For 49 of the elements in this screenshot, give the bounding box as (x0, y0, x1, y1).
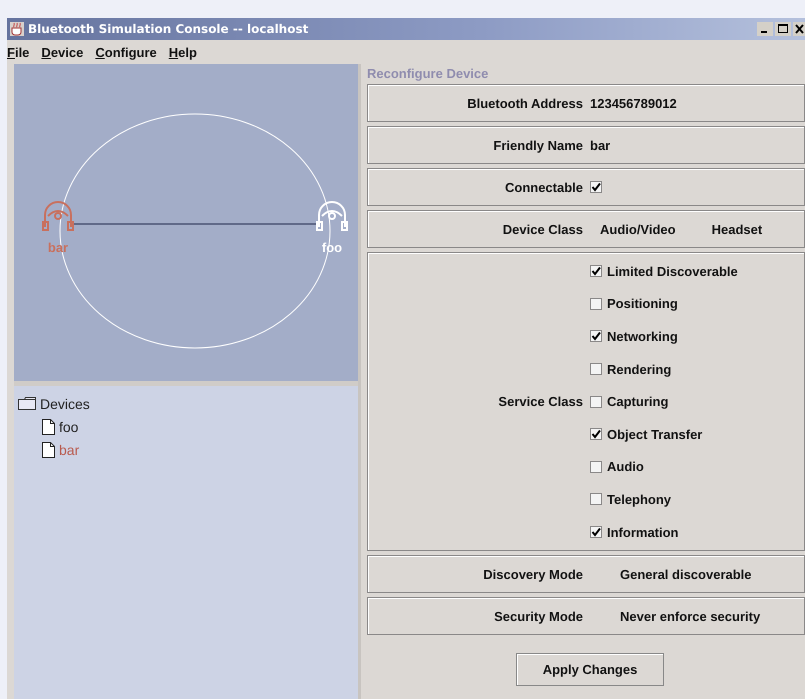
field-label: Service Class (497, 394, 583, 410)
field-label: Discovery Mode (482, 566, 583, 582)
field-value: 123456789012 (590, 96, 677, 110)
file-icon (42, 442, 55, 458)
checkbox-label[interactable]: Limited Discoverable (607, 264, 738, 279)
tree-item[interactable]: foo (59, 418, 78, 434)
field-value: General discoverable (620, 566, 752, 582)
field-value: Never enforce security (620, 608, 760, 624)
tree-item[interactable]: Devices (40, 396, 90, 412)
menu-item[interactable]: Help (168, 44, 197, 60)
apply-changes-button[interactable]: Apply Changes (516, 653, 664, 686)
maximize-icon[interactable] (775, 22, 791, 36)
checkbox-label[interactable]: Telephony (607, 492, 672, 507)
checkbox[interactable] (590, 396, 602, 408)
checkbox-label[interactable]: Capturing (607, 394, 668, 410)
field-label: Friendly Name (492, 138, 583, 152)
field-label: Device Class (502, 222, 583, 236)
checkbox[interactable] (590, 181, 602, 193)
field-label: Bluetooth Address (466, 96, 583, 110)
field-value: Headset (712, 222, 762, 236)
headset-icon[interactable] (42, 201, 74, 231)
checkbox[interactable] (590, 460, 602, 473)
checkbox-label[interactable]: Object Transfer (607, 426, 702, 442)
window-title: Bluetooth Simulation Console -- localhost (28, 22, 308, 36)
checkbox[interactable] (590, 526, 602, 538)
checkbox-label[interactable]: Audio (607, 459, 644, 474)
field-value: Audio/Video (600, 222, 676, 236)
checkbox-label[interactable]: Networking (607, 328, 678, 344)
checkbox[interactable] (590, 265, 602, 278)
field-label: Security Mode (493, 608, 583, 624)
field-label: Connectable (504, 180, 583, 194)
minimize-icon[interactable] (757, 22, 773, 36)
checkbox-label[interactable]: Rendering (607, 362, 672, 377)
checkbox[interactable] (590, 493, 602, 506)
menu-item[interactable]: Configure (95, 44, 157, 60)
checkbox[interactable] (590, 330, 602, 342)
menu-item[interactable]: File (7, 44, 30, 60)
folder-icon (18, 397, 36, 410)
checkbox[interactable] (590, 298, 602, 310)
coffee-cup-icon (9, 21, 25, 37)
checkbox[interactable] (590, 363, 602, 376)
panel-title: Reconfigure Device (367, 65, 490, 83)
checkbox[interactable] (590, 428, 602, 440)
close-icon[interactable] (793, 22, 805, 36)
checkbox-label[interactable]: Positioning (607, 296, 678, 312)
menu-item[interactable]: Device (41, 44, 84, 60)
checkbox-label[interactable]: Information (607, 524, 678, 540)
field-value: bar (590, 138, 610, 152)
file-icon (42, 418, 55, 434)
